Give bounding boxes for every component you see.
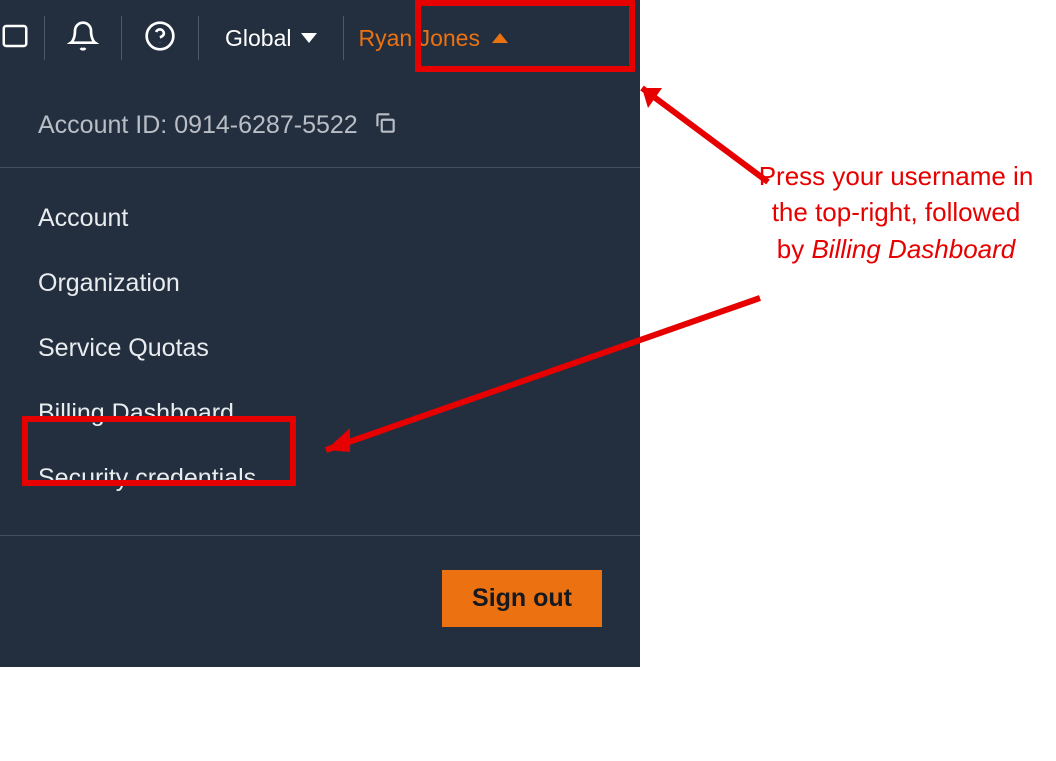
annotation-arrow-to-username: [618, 72, 778, 192]
bell-icon: [67, 20, 99, 57]
account-id-row: Account ID: 0914-6287-5522: [0, 82, 640, 168]
menu-item-security-credentials[interactable]: Security credentials: [0, 446, 640, 511]
user-account-dropdown[interactable]: Ryan Jones: [344, 19, 521, 58]
help-icon: [144, 20, 176, 57]
notifications-nav-item[interactable]: [45, 0, 121, 76]
menu-item-account[interactable]: Account: [0, 186, 640, 251]
copy-icon[interactable]: [372, 110, 398, 141]
signout-button[interactable]: Sign out: [442, 570, 602, 627]
account-dropdown-panel: Global Ryan Jones Account ID: 0914-6287-…: [0, 0, 640, 667]
menu-item-organization[interactable]: Organization: [0, 251, 640, 316]
region-label: Global: [225, 25, 291, 52]
terminal-nav-item[interactable]: [0, 0, 44, 76]
account-menu-list: Account Organization Service Quotas Bill…: [0, 168, 640, 536]
annotation-text: Press your username in the top-right, fo…: [756, 158, 1036, 267]
region-selector[interactable]: Global: [199, 25, 343, 52]
help-nav-item[interactable]: [122, 0, 198, 76]
menu-item-service-quotas[interactable]: Service Quotas: [0, 316, 640, 381]
topbar: Global Ryan Jones: [0, 0, 640, 76]
user-name: Ryan Jones: [358, 25, 479, 52]
chevron-up-icon: [492, 33, 508, 43]
menu-item-billing-dashboard[interactable]: Billing Dashboard: [0, 381, 640, 446]
dropdown-footer: Sign out: [0, 536, 640, 667]
cloudshell-icon: [0, 21, 30, 56]
account-id-label: Account ID: 0914-6287-5522: [38, 111, 358, 140]
chevron-down-icon: [301, 33, 317, 43]
